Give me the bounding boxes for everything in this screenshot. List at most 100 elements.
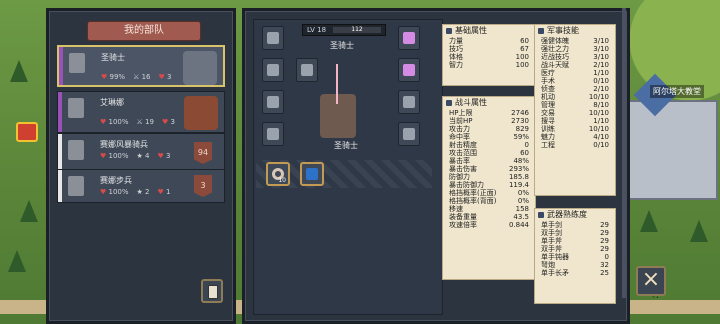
military-row: 战斗天赋 2/10 <box>535 61 615 69</box>
stat-value: 0% <box>517 197 529 205</box>
military-title: 军事技能 <box>535 25 615 37</box>
helmet-icon <box>267 32 279 44</box>
military-row: 医疗 1/10 <box>535 69 615 77</box>
stat-value: 100 <box>515 53 529 61</box>
level-bar: LV 18 112 <box>302 24 386 36</box>
stat-value: 10/10 <box>588 125 609 133</box>
boots-icon <box>267 128 279 140</box>
equip-slot-weapon-2[interactable] <box>398 58 420 82</box>
stat-name: 射击精度 <box>449 141 477 149</box>
unit-atk: ⚔ 16 <box>133 73 151 81</box>
unit-name: 圣骑士 <box>101 53 125 62</box>
combat-row: 格挡概率(背面) 0% <box>443 197 535 205</box>
equip-slot-cape[interactable] <box>296 58 318 82</box>
faction-crest-icon[interactable] <box>16 122 38 142</box>
stat-value: 43.5 <box>513 213 529 221</box>
unit-atk: ★ 2 <box>136 188 150 196</box>
equip-slot-weapon-3[interactable] <box>398 90 420 114</box>
equip-slot-armor[interactable] <box>262 58 284 82</box>
military-rows: 强健体魄 3/10 强壮之力 3/10 近战技巧 3/10 战斗天赋 2/10 医疗 1/10 手术… <box>535 37 615 149</box>
stat-value: 32 <box>600 261 609 269</box>
charge-icon <box>306 168 318 180</box>
stat-value: 1/10 <box>593 117 609 125</box>
basic-stats-card: 基础属性 力量 60 技巧 67 体格 100 智力 100 <box>442 24 536 86</box>
unit-count: ♥ 1 <box>157 188 171 196</box>
stat-name: 暴击率 <box>449 157 470 165</box>
stat-value: 8/10 <box>593 101 609 109</box>
stat-value: 25 <box>600 269 609 277</box>
stat-name: 魅力 <box>541 133 555 141</box>
stat-value: 185.8 <box>508 173 529 181</box>
military-row: 管理 8/10 <box>535 101 615 109</box>
military-skills-card: 军事技能 强健体魄 3/10 强壮之力 3/10 近战技巧 3/10 战斗天赋 2/10 医疗 1… <box>534 24 616 196</box>
equip-slot-gloves[interactable] <box>262 90 284 114</box>
stat-value: 59% <box>513 133 529 141</box>
stat-value: 2/10 <box>593 61 609 69</box>
castle[interactable] <box>628 100 718 200</box>
stat-name: 训练 <box>541 125 555 133</box>
military-row: 训练 10/10 <box>535 125 615 133</box>
gloves-icon <box>267 96 279 108</box>
horse-icon <box>403 128 415 140</box>
unit-card-infantry[interactable]: 赛娜步兵 ♥ 100% ★ 2 ♥ 1 3 <box>57 169 225 203</box>
military-row: 机动 10/10 <box>535 93 615 101</box>
tree <box>10 60 28 82</box>
combat-row: 移速 158 <box>443 205 535 213</box>
exp-value: 112 <box>351 26 363 33</box>
stat-name: 力量 <box>449 37 463 45</box>
equip-slot-helmet[interactable] <box>262 26 284 50</box>
scrollbar[interactable] <box>622 8 626 298</box>
unit-atk: ★ 4 <box>136 152 150 160</box>
weapon-rows: 单手剑 29 双手剑 29 单手斧 29 双手斧 29 单手钝器 0 弩炮 32 单手长矛 25 <box>535 221 615 277</box>
stat-value: 3/10 <box>593 53 609 61</box>
stat-name: 攻速倍率 <box>449 221 477 229</box>
stat-name: 交易 <box>541 109 555 117</box>
stat-name: 机动 <box>541 93 555 101</box>
unit-card-paladin[interactable]: 圣骑士 ♥ 99% ⚔ 16 ♥ 3 <box>57 45 225 87</box>
stat-name: HP上限 <box>449 109 473 117</box>
stat-value: 3/10 <box>593 37 609 45</box>
equip-slot-weapon-1[interactable] <box>398 26 420 50</box>
weapon-row: 单手钝器 0 <box>535 253 615 261</box>
weapon-row: 单手剑 29 <box>535 221 615 229</box>
combat-row: 当前HP 2730 <box>443 117 535 125</box>
stat-name: 工程 <box>541 141 555 149</box>
unit-card-elena[interactable]: 艾琳娜 ♥ 100% ⚔ 19 ♥ 3 <box>57 91 225 133</box>
stat-name: 暴击伤害 <box>449 165 477 173</box>
stat-value: 2/10 <box>593 85 609 93</box>
unit-stats: ♥ 100% ⚔ 19 ♥ 3 <box>100 118 175 126</box>
unit-hp: ♥ 100% <box>100 188 129 196</box>
stat-value: 10/10 <box>588 93 609 101</box>
skill-slot-2[interactable] <box>300 162 324 186</box>
weapon-row: 双手剑 29 <box>535 229 615 237</box>
unit-count: ♥ 3 <box>161 118 175 126</box>
stat-value: 158 <box>515 205 529 213</box>
equip-slot-boots[interactable] <box>262 122 284 146</box>
unit-atk: ⚔ 19 <box>136 118 154 126</box>
combat-row: 射击精度 0 <box>443 141 535 149</box>
stat-name: 侦查 <box>541 85 555 93</box>
combat-stats-card: 战斗属性 HP上限 2746 当前HP 2730 攻击力 829 命中率 59% 射击精度 0 攻击… <box>442 96 536 280</box>
skill-slot-1[interactable]: 10 <box>266 162 290 186</box>
unit-name: 赛娜风暴骑兵 <box>100 140 148 149</box>
combat-row: 攻速倍率 0.844 <box>443 221 535 229</box>
military-row: 侦查 2/10 <box>535 85 615 93</box>
equip-slot-mount[interactable] <box>398 122 420 146</box>
skill-count: 10 <box>278 177 286 184</box>
military-row: 强壮之力 3/10 <box>535 45 615 53</box>
combat-row: HP上限 2746 <box>443 109 535 117</box>
stat-name: 双手剑 <box>541 229 562 237</box>
stat-name: 技巧 <box>449 45 463 53</box>
stat-name: 医疗 <box>541 69 555 77</box>
stat-name: 强健体魄 <box>541 37 569 45</box>
stat-value: 0 <box>604 253 609 261</box>
tree <box>8 250 26 272</box>
combat-row: 格挡概率(正面) 0% <box>443 189 535 197</box>
close-button[interactable]: × <box>636 266 666 296</box>
hero-sprite <box>320 64 356 138</box>
tree <box>690 220 708 242</box>
book-button[interactable] <box>201 279 223 303</box>
unit-name: 赛娜步兵 <box>100 176 132 185</box>
basic-row: 智力 100 <box>443 61 535 69</box>
combat-row: 装备重量 43.5 <box>443 213 535 221</box>
